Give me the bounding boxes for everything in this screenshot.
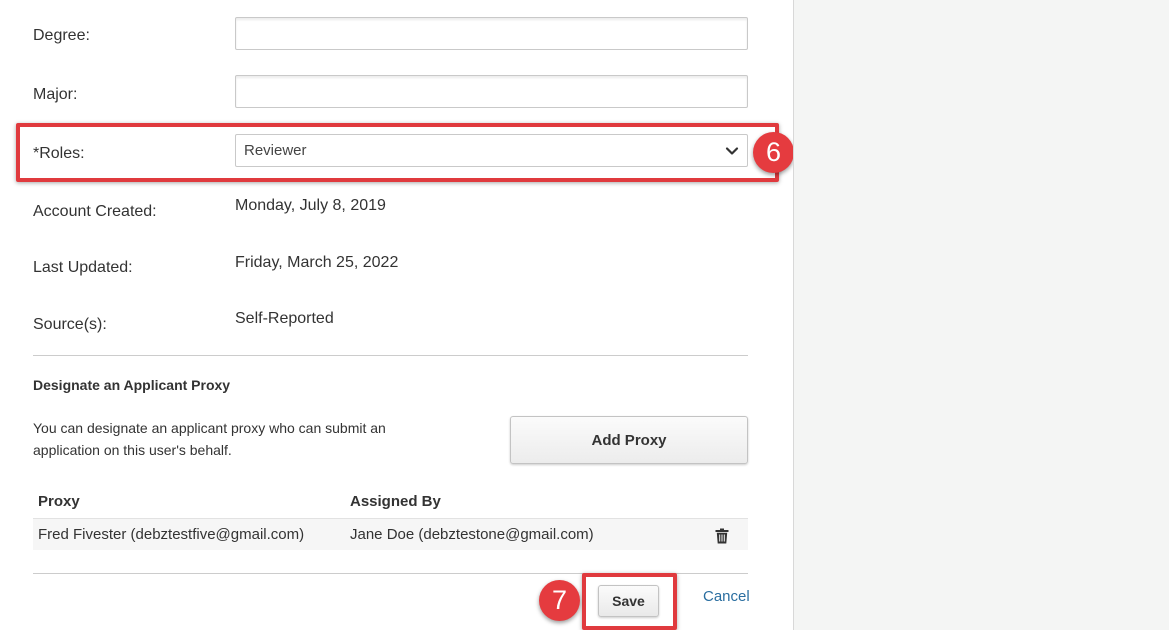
sources-label: Source(s): — [33, 316, 107, 333]
roles-label: *Roles: — [33, 145, 85, 162]
proxy-column-header: Proxy — [38, 493, 80, 510]
trash-icon[interactable] — [715, 528, 729, 544]
account-created-label: Account Created: — [33, 203, 157, 220]
last-updated-label: Last Updated: — [33, 259, 133, 276]
add-proxy-button[interactable]: Add Proxy — [510, 416, 748, 464]
assigned-by-cell: Jane Doe (debztestone@gmail.com) — [350, 526, 594, 543]
proxy-description: You can designate an applicant proxy who… — [33, 420, 386, 458]
account-created-value: Monday, July 8, 2019 — [235, 197, 386, 214]
major-input[interactable] — [235, 75, 748, 108]
proxy-section-title: Designate an Applicant Proxy — [33, 377, 231, 393]
chevron-down-icon — [725, 147, 739, 155]
main-panel: Degree: Major: *Roles: Reviewer 6 Accoun… — [0, 0, 794, 630]
sources-value: Self-Reported — [235, 310, 334, 327]
cancel-link[interactable]: Cancel — [703, 588, 750, 605]
step-7-badge: 7 — [539, 580, 580, 621]
assigned-by-column-header: Assigned By — [350, 493, 441, 510]
last-updated-value: Friday, March 25, 2022 — [235, 254, 399, 271]
major-label: Major: — [33, 86, 78, 103]
roles-selected-value: Reviewer — [244, 142, 307, 159]
section-divider — [33, 355, 748, 356]
save-button[interactable]: Save — [598, 585, 659, 617]
degree-input[interactable] — [235, 17, 748, 50]
roles-select[interactable]: Reviewer — [235, 134, 748, 167]
proxy-cell: Fred Fivester (debztestfive@gmail.com) — [38, 526, 305, 543]
degree-label: Degree: — [33, 27, 90, 44]
table-row: Fred Fivester (debztestfive@gmail.com) J… — [33, 518, 748, 550]
step-6-badge: 6 — [753, 132, 794, 173]
right-sidebar — [793, 0, 1169, 630]
